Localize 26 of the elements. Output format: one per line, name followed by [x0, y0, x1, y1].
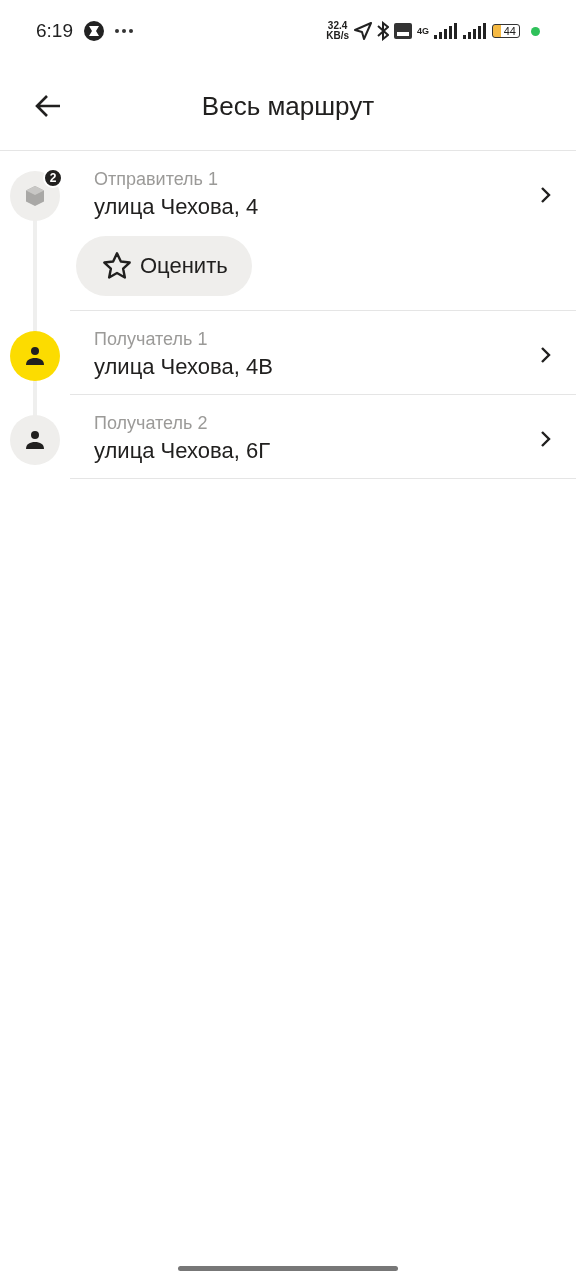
rate-button[interactable]: Оценить: [76, 236, 252, 296]
stop-address[interactable]: улица Чехова, 6Г: [94, 438, 538, 464]
stop-address[interactable]: улица Чехова, 4: [94, 194, 538, 220]
count-badge: 2: [43, 168, 63, 188]
box-icon: [23, 184, 47, 208]
stop-address[interactable]: улица Чехова, 4В: [94, 354, 538, 380]
speed-unit: KB/s: [326, 31, 349, 41]
stop-label: Отправитель 1: [94, 169, 219, 190]
signal-icon: [434, 23, 458, 39]
person-icon: [24, 345, 46, 367]
battery-icon: 44: [492, 24, 520, 38]
person-icon: [24, 429, 46, 451]
status-dot: [531, 26, 540, 36]
app-notification-icon: [83, 20, 105, 42]
more-icon: [115, 29, 133, 33]
bluetooth-icon: [377, 21, 389, 41]
volte-icon: [394, 23, 412, 39]
stop-label: Получатель 1: [94, 329, 209, 350]
speed-value: 32.4: [327, 21, 348, 31]
stop-label: Получатель 2: [94, 413, 209, 434]
signal-icon: [463, 23, 487, 39]
star-icon: [100, 250, 134, 282]
network-type: 4G: [417, 26, 429, 36]
location-arrow-icon: [354, 22, 372, 40]
page-title: Весь маршрут: [201, 90, 375, 121]
clock-time: 6:19: [36, 20, 73, 42]
